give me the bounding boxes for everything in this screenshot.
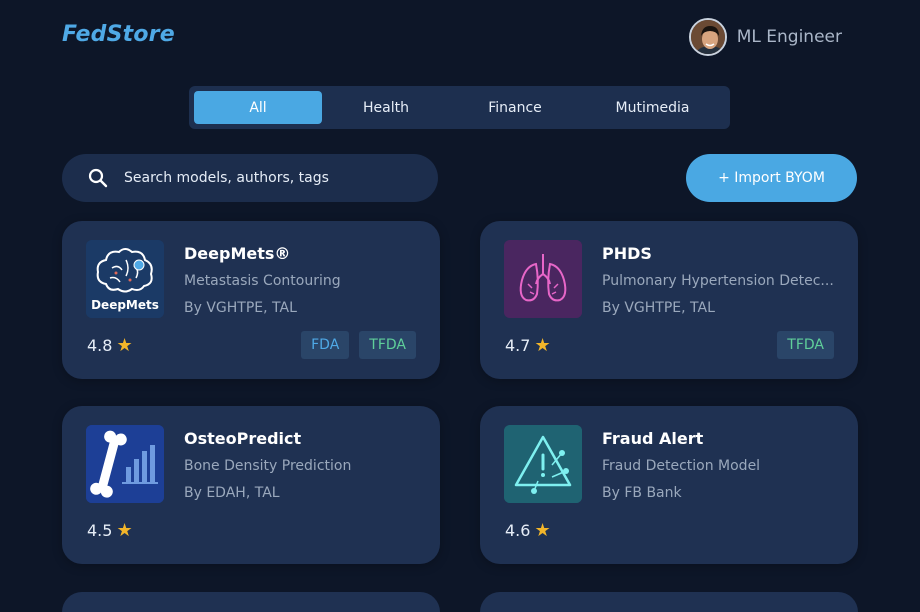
tab-finance[interactable]: Finance — [450, 91, 580, 124]
model-card-phds[interactable]: PHDS Pulmonary Hypertension Detec... By … — [480, 221, 858, 379]
svg-text:DeepMets: DeepMets — [91, 298, 159, 312]
card-title[interactable]: OsteoPredict — [184, 429, 301, 448]
card-rating: 4.5 ★ — [87, 521, 133, 540]
app-logo[interactable]: FedStore — [62, 22, 175, 47]
card-title[interactable]: PHDS — [602, 244, 652, 263]
card-title[interactable]: DeepMets® — [184, 244, 290, 263]
card-badges: FDA TFDA — [301, 331, 416, 359]
tab-health[interactable]: Health — [322, 91, 450, 124]
lungs-icon — [504, 240, 582, 318]
brain-icon: DeepMets — [86, 240, 164, 318]
search-bar[interactable] — [62, 154, 438, 202]
card-author: By VGHTPE, TAL — [602, 300, 715, 316]
card-subtitle: Bone Density Prediction — [184, 458, 352, 474]
tab-all[interactable]: All — [194, 91, 322, 124]
card-subtitle: Pulmonary Hypertension Detec... — [602, 273, 834, 289]
card-subtitle: Fraud Detection Model — [602, 458, 761, 474]
star-icon: ★ — [534, 334, 551, 356]
search-input[interactable] — [124, 170, 404, 186]
tfda-badge: TFDA — [777, 331, 834, 359]
deepmets-thumbnail: DeepMets — [86, 240, 164, 318]
user-avatar[interactable] — [688, 18, 727, 56]
card-author: By VGHTPE, TAL — [184, 300, 297, 316]
card-badges: TFDA — [777, 331, 834, 359]
fda-badge: FDA — [301, 331, 350, 359]
rating-value: 4.8 — [87, 336, 113, 355]
card-rating: 4.6 ★ — [505, 521, 551, 540]
rating-value: 4.5 — [87, 521, 113, 540]
star-icon: ★ — [534, 519, 551, 541]
category-tabs: All Health Finance Mutimedia — [189, 86, 730, 129]
user-menu[interactable]: ML Engineer — [688, 18, 842, 56]
model-card-osteopredict[interactable]: OsteoPredict Bone Density Prediction By … — [62, 406, 440, 564]
card-author: By EDAH, TAL — [184, 485, 280, 501]
fraud-alert-thumbnail — [504, 425, 582, 503]
tfda-badge: TFDA — [359, 331, 416, 359]
rating-value: 4.7 — [505, 336, 531, 355]
user-name[interactable]: ML Engineer — [737, 27, 842, 47]
bone-chart-icon — [86, 425, 164, 503]
model-card-partial[interactable] — [62, 592, 440, 612]
star-icon: ★ — [116, 334, 133, 356]
osteopredict-thumbnail — [86, 425, 164, 503]
warning-network-icon — [504, 425, 582, 503]
card-rating: 4.7 ★ — [505, 336, 551, 355]
model-card-partial[interactable] — [480, 592, 858, 612]
rating-value: 4.6 — [505, 521, 531, 540]
star-icon: ★ — [116, 519, 133, 541]
model-card-fraud-alert[interactable]: Fraud Alert Fraud Detection Model By FB … — [480, 406, 858, 564]
model-card-deepmets[interactable]: DeepMets DeepMets® Metastasis Contouring… — [62, 221, 440, 379]
search-icon — [88, 168, 108, 188]
card-rating: 4.8 ★ — [87, 336, 133, 355]
tab-mutimedia[interactable]: Mutimedia — [580, 91, 725, 124]
card-title[interactable]: Fraud Alert — [602, 429, 703, 448]
import-byom-button[interactable]: + Import BYOM — [686, 154, 857, 202]
card-author: By FB Bank — [602, 485, 682, 501]
phds-thumbnail — [504, 240, 582, 318]
card-subtitle: Metastasis Contouring — [184, 273, 341, 289]
